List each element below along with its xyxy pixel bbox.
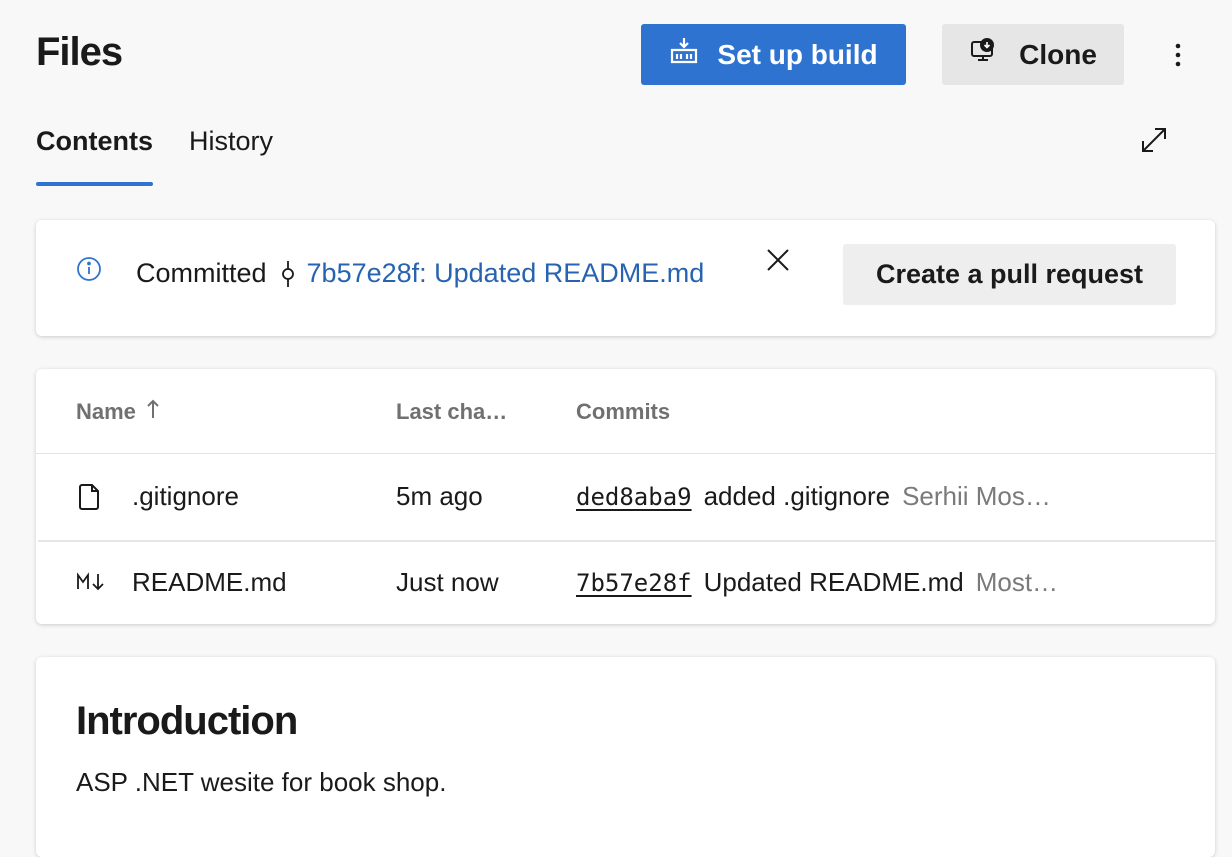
page-title: Files	[36, 30, 123, 74]
commit-info: ded8aba9 added .gitignore Serhii Mos…	[576, 481, 1101, 512]
column-header-name[interactable]: Name	[76, 399, 160, 425]
column-header-last-change[interactable]: Last cha…	[396, 399, 507, 425]
markdown-icon	[76, 571, 106, 598]
set-up-build-button[interactable]: Set up build	[641, 24, 906, 85]
clone-button[interactable]: Clone	[942, 24, 1124, 85]
commit-message: added .gitignore	[703, 481, 891, 511]
commit-author: Most…	[975, 567, 1059, 597]
info-icon	[76, 256, 102, 287]
commit-author: Serhii Mos…	[902, 481, 1051, 511]
column-header-name-label: Name	[76, 399, 136, 424]
commit-link[interactable]: 7b57e28f: Updated README.md	[307, 258, 705, 289]
clone-label: Clone	[1019, 38, 1097, 70]
sort-ascending-icon	[146, 399, 160, 425]
tab-history[interactable]: History	[189, 120, 273, 186]
column-header-commits[interactable]: Commits	[576, 399, 670, 425]
readme-body: ASP .NET wesite for book shop.	[76, 767, 447, 797]
file-name[interactable]: .gitignore	[132, 481, 239, 512]
commit-status-text: Committed	[136, 258, 267, 288]
tab-contents[interactable]: Contents	[36, 120, 153, 186]
file-icon	[78, 483, 102, 516]
header-divider	[36, 453, 1215, 454]
commit-hash-link[interactable]: 7b57e28f	[576, 569, 692, 597]
table-row[interactable]: .gitignore 5m ago ded8aba9 added .gitign…	[36, 455, 1215, 541]
set-up-build-label: Set up build	[717, 38, 878, 70]
table-row[interactable]: README.md Just now 7b57e28f Updated READ…	[36, 541, 1215, 627]
tab-bar: Contents History	[36, 120, 273, 188]
commit-info: 7b57e28f Updated README.md Most…	[576, 567, 1101, 598]
last-change: 5m ago	[396, 481, 483, 511]
readme-preview: Introduction ASP .NET wesite for book sh…	[36, 657, 1215, 857]
commit-notification-banner: Committed 7b57e28f: Updated README.md Cr…	[36, 220, 1215, 336]
commit-hash-link[interactable]: ded8aba9	[576, 483, 692, 511]
commit-icon	[281, 260, 295, 288]
files-table: Name Last cha… Commits .gitignore 5m ago…	[36, 369, 1215, 624]
build-icon	[669, 36, 699, 73]
close-icon	[767, 249, 789, 271]
file-name[interactable]: README.md	[132, 567, 287, 598]
more-options-button[interactable]	[1165, 38, 1191, 72]
fullscreen-button[interactable]	[1140, 126, 1168, 154]
clone-icon	[969, 37, 997, 72]
commit-message: Updated README.md	[703, 567, 964, 597]
readme-heading: Introduction	[76, 699, 298, 743]
more-vertical-icon	[1175, 43, 1181, 67]
create-pull-request-button[interactable]: Create a pull request	[843, 244, 1176, 305]
dismiss-banner-button[interactable]	[764, 246, 792, 274]
last-change: Just now	[396, 567, 499, 597]
expand-icon	[1142, 128, 1166, 152]
